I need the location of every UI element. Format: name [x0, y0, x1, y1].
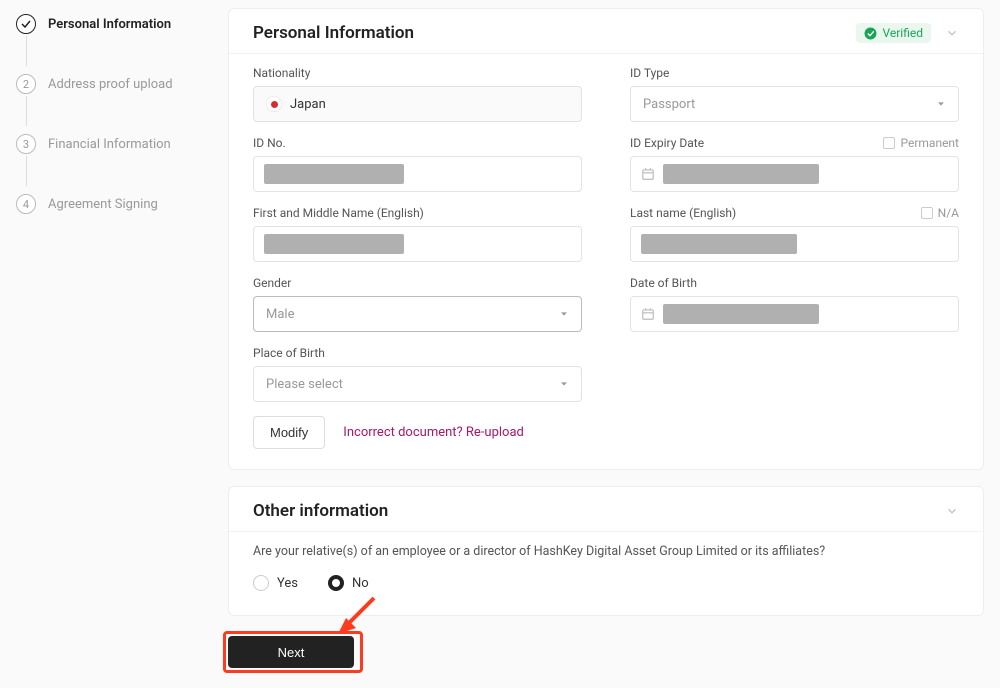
- permanent-label: Permanent: [900, 136, 959, 150]
- radio-no-label: No: [352, 576, 369, 591]
- label-gender: Gender: [253, 276, 582, 290]
- radio-yes-label: Yes: [277, 576, 298, 591]
- nationality-value: Japan: [290, 97, 326, 112]
- id-no-input[interactable]: [253, 156, 582, 192]
- step-connector: [26, 96, 27, 126]
- label-first-name: First and Middle Name (English): [253, 206, 582, 220]
- caret-down-icon: [559, 379, 569, 389]
- panel-header: Personal Information Verified: [229, 9, 983, 54]
- label-id-no: ID No.: [253, 136, 582, 150]
- place-of-birth-select[interactable]: Please select: [253, 366, 582, 402]
- stepper-sidebar: Personal Information 2 Address proof upl…: [16, 8, 212, 668]
- panel-title: Other information: [253, 501, 388, 521]
- step-number-icon: 2: [16, 74, 36, 94]
- label-dob: Date of Birth: [630, 276, 959, 290]
- dob-input[interactable]: [630, 296, 959, 332]
- check-circle-icon: [16, 14, 36, 34]
- panel-title: Personal Information: [253, 23, 414, 43]
- radio-icon: [328, 575, 344, 591]
- panel-other-information: Other information Are your relative(s) o…: [228, 486, 984, 616]
- step-personal-information[interactable]: Personal Information: [16, 8, 212, 40]
- gender-value: Male: [266, 307, 294, 322]
- na-checkbox[interactable]: N/A: [921, 206, 959, 220]
- verified-label: Verified: [882, 26, 923, 40]
- label-pob: Place of Birth: [253, 346, 582, 360]
- verified-badge: Verified: [856, 23, 931, 43]
- calendar-icon: [641, 167, 655, 181]
- last-name-input[interactable]: [630, 226, 959, 262]
- checkbox-icon: [921, 207, 933, 219]
- radio-icon: [253, 575, 269, 591]
- gender-select[interactable]: Male: [253, 296, 582, 332]
- radio-yes[interactable]: Yes: [253, 575, 298, 591]
- step-label: Agreement Signing: [48, 197, 158, 212]
- next-button[interactable]: Next: [228, 636, 354, 668]
- label-last-name: Last name (English): [630, 206, 736, 220]
- step-label: Financial Information: [48, 137, 171, 152]
- modify-button[interactable]: Modify: [253, 416, 325, 449]
- step-connector: [26, 36, 27, 66]
- radio-no[interactable]: No: [328, 575, 369, 591]
- step-label: Address proof upload: [48, 77, 173, 92]
- calendar-icon: [641, 307, 655, 321]
- step-number-icon: 3: [16, 134, 36, 154]
- check-circle-icon: [864, 27, 877, 40]
- reupload-link[interactable]: Incorrect document? Re-upload: [343, 425, 524, 440]
- label-id-type: ID Type: [630, 66, 959, 80]
- step-label: Personal Information: [48, 17, 171, 32]
- label-id-expiry: ID Expiry Date: [630, 136, 704, 150]
- first-name-input[interactable]: [253, 226, 582, 262]
- permanent-checkbox[interactable]: Permanent: [883, 136, 959, 150]
- caret-down-icon: [559, 309, 569, 319]
- question-relatives: Are your relative(s) of an employee or a…: [253, 544, 959, 559]
- nationality-input[interactable]: Japan: [253, 86, 582, 122]
- step-number-icon: 4: [16, 194, 36, 214]
- chevron-down-icon[interactable]: [945, 26, 959, 40]
- flag-japan-icon: [266, 96, 282, 112]
- label-nationality: Nationality: [253, 66, 582, 80]
- panel-personal-information: Personal Information Verified Nationalit…: [228, 8, 984, 470]
- step-address-proof[interactable]: 2 Address proof upload: [16, 68, 212, 100]
- na-label: N/A: [938, 206, 959, 220]
- panel-header: Other information: [229, 487, 983, 532]
- id-expiry-input[interactable]: [630, 156, 959, 192]
- step-financial-information[interactable]: 3 Financial Information: [16, 128, 212, 160]
- chevron-down-icon[interactable]: [945, 504, 959, 518]
- id-type-value: Passport: [643, 97, 695, 112]
- caret-down-icon: [936, 99, 946, 109]
- pob-placeholder: Please select: [266, 377, 343, 392]
- id-type-select[interactable]: Passport: [630, 86, 959, 122]
- checkbox-icon: [883, 137, 895, 149]
- step-agreement-signing[interactable]: 4 Agreement Signing: [16, 188, 212, 220]
- step-connector: [26, 156, 27, 186]
